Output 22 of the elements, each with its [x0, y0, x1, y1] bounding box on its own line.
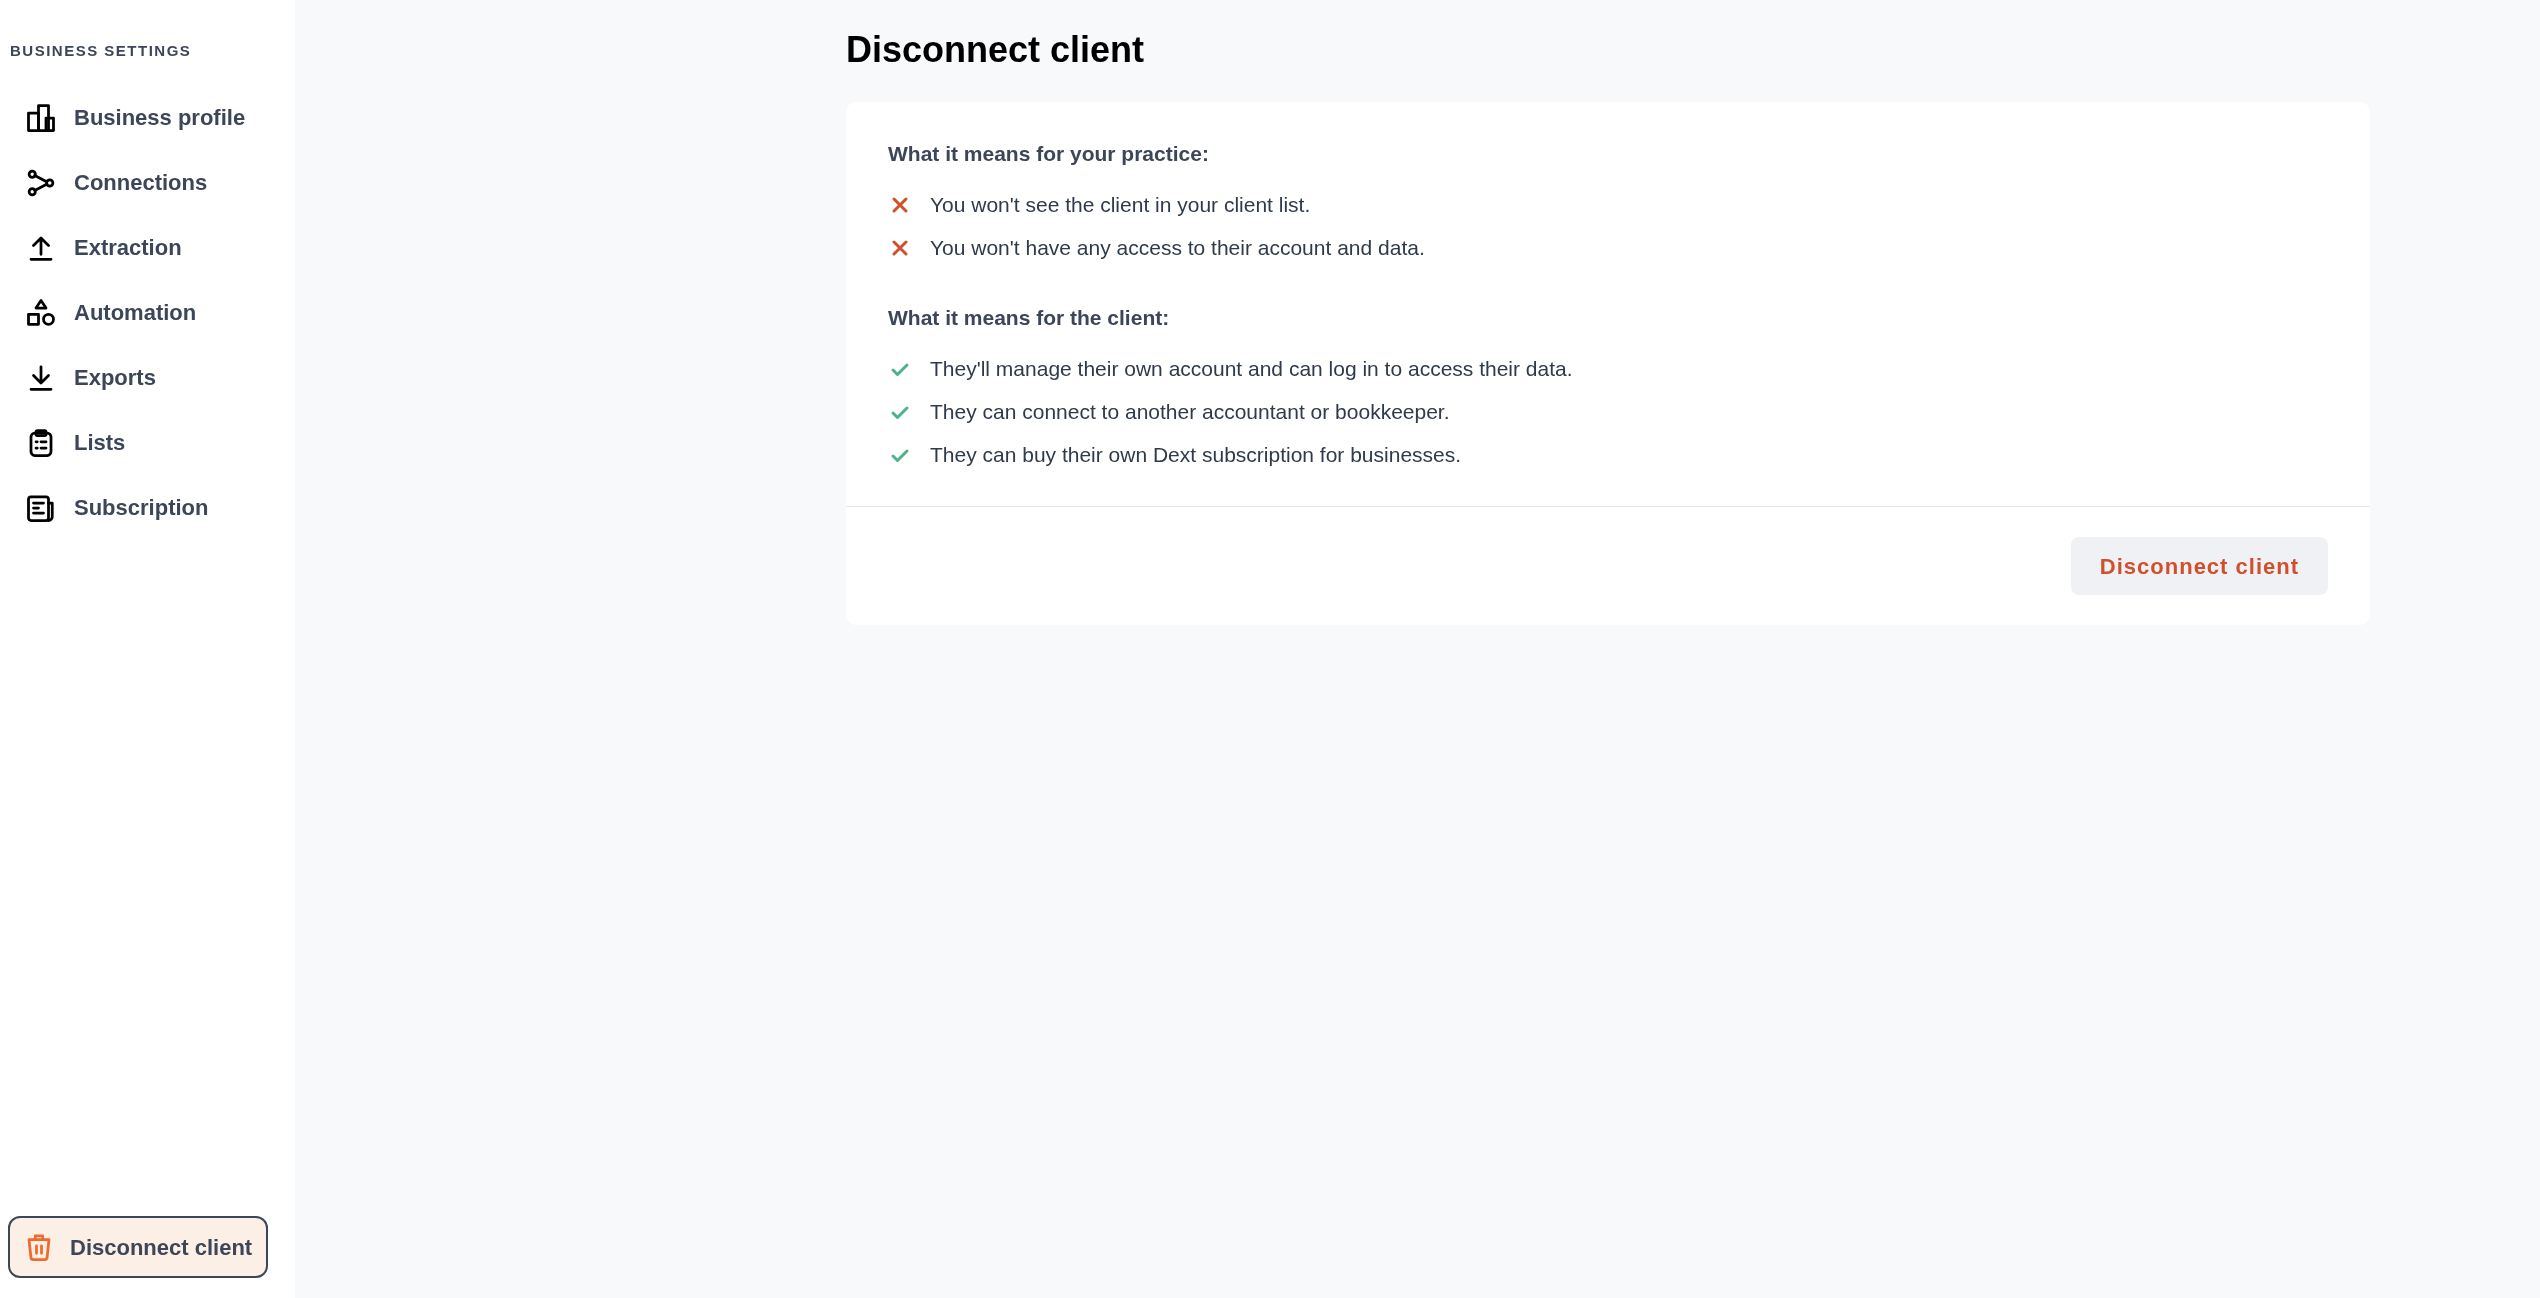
point-text: You won't see the client in your client list. [930, 192, 1311, 219]
buildings-icon [26, 102, 56, 133]
sidebar-item[interactable]: Exports [8, 346, 287, 409]
disconnect-button[interactable]: Disconnect client [2070, 537, 2328, 595]
point-text: They can buy their own Dext subscription for businesses. [930, 441, 1462, 468]
section-heading: What it means for your practice: [888, 141, 1210, 167]
newspaper-icon [26, 492, 56, 523]
section-heading: What it means for the client: [888, 304, 1171, 331]
point-text: They'll manage their own account and can log in to access their data. [930, 355, 1573, 382]
sidebar-heading: BUSINESS SETTINGS [9, 41, 193, 61]
sidebar-item[interactable]: Disconnect client [8, 1216, 269, 1278]
point-text: They can connect to another accountant or bookkeeper. [930, 398, 1450, 425]
shapes-icon [26, 297, 56, 328]
sidebar-item[interactable]: Connections [8, 151, 287, 214]
point-text: You won't have any access to their account and data. [930, 235, 1425, 262]
sidebar-item[interactable]: Business profile [8, 86, 287, 149]
sidebar-item[interactable]: Subscription [8, 476, 287, 539]
sidebar-item[interactable]: Automation [8, 281, 287, 344]
sidebar-item[interactable]: Lists [8, 411, 287, 474]
page-title: Disconnect client [846, 28, 1146, 72]
sidebar-item[interactable]: Extraction [8, 216, 287, 279]
share-icon [26, 167, 56, 198]
